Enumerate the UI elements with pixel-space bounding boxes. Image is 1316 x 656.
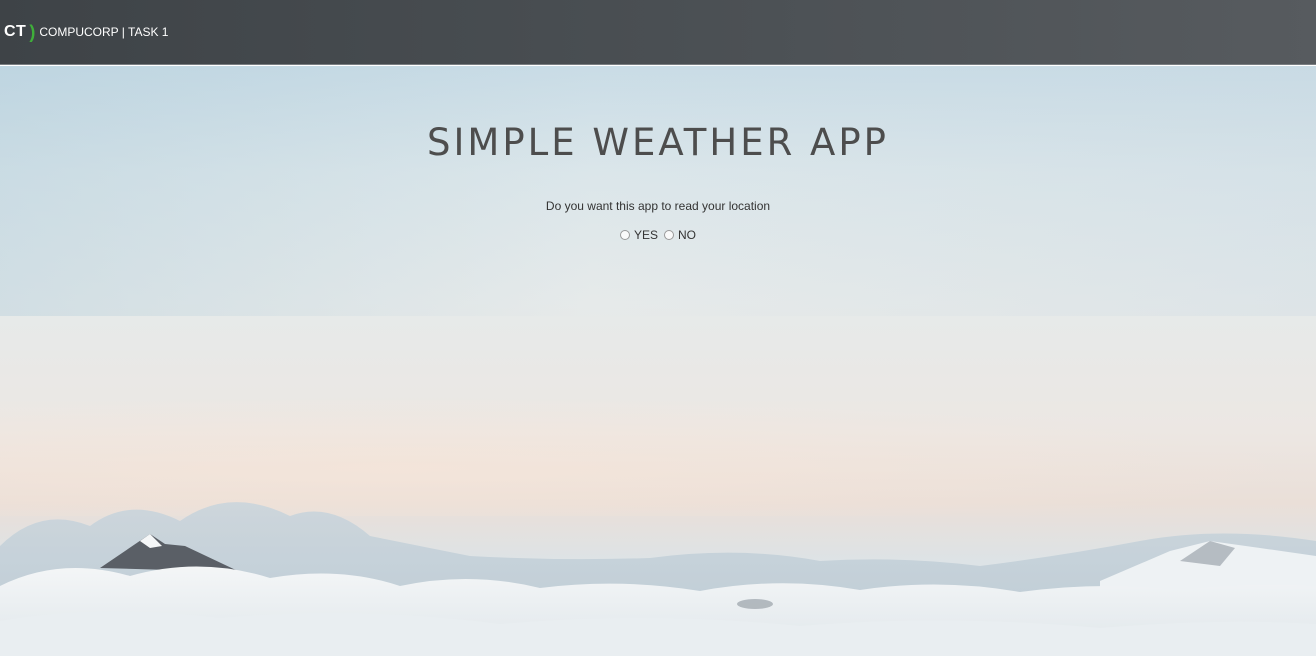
no-radio[interactable] [664,230,674,240]
cloud-mountain-landscape [0,502,1316,656]
logo-bracket: ) [29,21,36,42]
no-label: NO [678,228,696,242]
location-question: Do you want this app to read your locati… [545,199,771,213]
logo-ct[interactable]: CT [4,23,26,41]
option-no[interactable]: NO [664,228,696,242]
yes-radio[interactable] [619,230,630,240]
option-yes[interactable]: YES [619,228,658,242]
location-options: YES NO [0,228,1316,242]
top-navbar: CT ) COMPUCORP | TASK 1 [0,0,1316,65]
brand-text[interactable]: COMPUCORP | TASK 1 [39,25,168,39]
hero-background: SIMPLE WEATHER APP Do you want this app … [0,66,1316,656]
yes-label: YES [633,228,658,242]
page-title: SIMPLE WEATHER APP [427,121,889,164]
